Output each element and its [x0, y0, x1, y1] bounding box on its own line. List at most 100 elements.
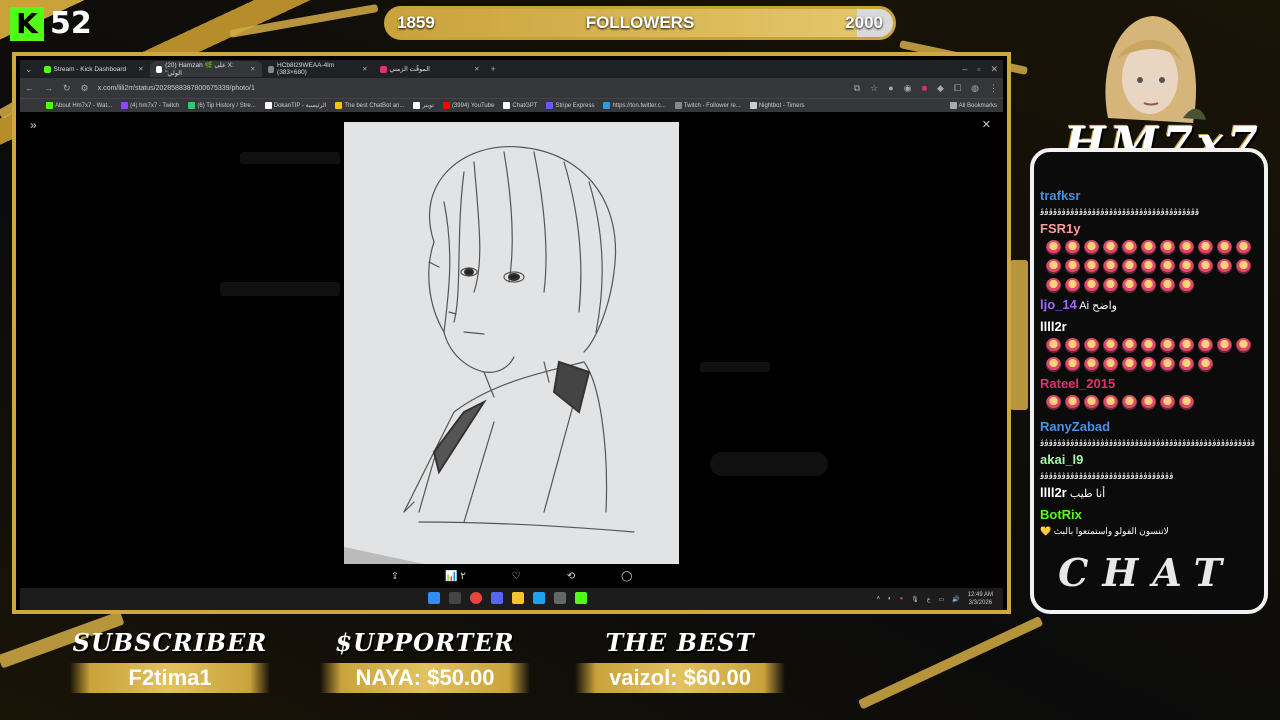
views-button[interactable]: 📊 ٢ [445, 571, 466, 582]
bookmark-item[interactable]: https://ton.twitter.c... [603, 102, 666, 109]
crying-emote-icon [1046, 357, 1061, 372]
bookmark-label: (4) hm7x7 - Twitch [130, 102, 180, 109]
chat-message: ljo_14 Ai واضح [1040, 295, 1262, 316]
bookmark-label: Stripe Express [555, 102, 595, 109]
best-donor-banner: THE BEST vaizol: $60.00 [575, 628, 785, 693]
crying-emote-icon [1141, 259, 1156, 274]
extension-icon[interactable]: ● [888, 83, 893, 93]
followers-current: 1859 [397, 13, 435, 32]
bookmark-item[interactable]: The best ChatBot an... [335, 102, 404, 109]
share-icon[interactable]: ⇪ [391, 571, 399, 582]
windows-start-icon[interactable] [428, 592, 440, 604]
volume-icon[interactable]: 🔊 [952, 596, 959, 603]
maximize-icon[interactable]: ▫ [977, 64, 980, 74]
tab-search-icon[interactable]: ⌄ [25, 64, 33, 75]
chat-username[interactable]: RanyZabad [1040, 419, 1110, 434]
sketch-photo [344, 122, 679, 564]
crying-emote-icon [1084, 278, 1099, 293]
tray-app-icon[interactable]: ◐ [888, 596, 892, 602]
tray-chevron-icon[interactable]: ˄ [877, 596, 881, 602]
close-tab-icon[interactable]: ✕ [138, 65, 143, 73]
bookmark-item[interactable]: (4) hm7x7 - Twitch [121, 102, 179, 109]
chat-emotes [1046, 338, 1262, 372]
all-bookmarks[interactable]: All Bookmarks [949, 102, 997, 109]
close-tab-icon[interactable]: ✕ [474, 65, 479, 73]
tab-image[interactable]: HCb8l29WEAA-4lm (383×680) ✕ [262, 61, 374, 77]
dimmed-background-content [710, 452, 828, 476]
subscriber-name: F2tima1 [70, 663, 270, 693]
crying-emote-icon [1065, 278, 1080, 293]
chrome-icon[interactable] [470, 592, 482, 604]
tray-app-icon[interactable]: ● [900, 596, 904, 602]
search-icon[interactable] [449, 592, 461, 604]
kick-app-icon[interactable] [575, 592, 587, 604]
crying-emote-icon [1236, 240, 1251, 255]
system-clock[interactable]: 12:49 AM 3/3/2026 [968, 591, 993, 607]
chat-title: CHAT [1058, 550, 1236, 595]
photo-viewer: » ✕ ⇪ 📊 ٢ ♡ ⟲ ◯ [20, 112, 1003, 588]
obs-icon[interactable] [554, 592, 566, 604]
extension-icon[interactable]: ◆ [937, 83, 944, 94]
bookmark-item[interactable]: DokanTIP - الرئيسية [264, 102, 326, 109]
bookmark-item[interactable]: (3994) YouTube [442, 102, 494, 109]
crying-emote-icon [1084, 338, 1099, 353]
bookmark-item[interactable]: تويتر [413, 102, 434, 109]
best-donor-title: THE BEST [605, 628, 755, 657]
dimmed-background-content [240, 152, 340, 164]
tab-timer[interactable]: الموقّت الزمني ✕ [374, 61, 486, 77]
chat-username[interactable]: Rateel_2015 [1040, 376, 1115, 391]
profile-avatar-icon[interactable]: ◍ [971, 83, 979, 94]
close-tab-icon[interactable]: ✕ [250, 65, 255, 73]
chat-username[interactable]: FSR1y [1040, 221, 1080, 236]
discord-icon[interactable] [491, 592, 503, 604]
bookmark-star-icon[interactable]: ☆ [870, 83, 878, 94]
reload-icon[interactable]: ↻ [63, 83, 71, 94]
language-indicator[interactable]: ع [927, 596, 931, 603]
clock-date: 3/3/2026 [968, 600, 992, 606]
chat-username[interactable]: llll2r [1040, 319, 1067, 334]
repost-icon[interactable]: ⟲ [567, 571, 575, 582]
back-icon[interactable]: ← [25, 83, 34, 93]
extensions-puzzle-icon[interactable]: ⧠ [954, 83, 961, 94]
crying-emote-icon [1179, 395, 1194, 410]
tab-x-post[interactable]: (20) Hamzah 🌿 على X: "الولي ✕ [149, 61, 262, 77]
bookmark-item[interactable]: Twitch - Follower re... [674, 102, 741, 109]
minimize-icon[interactable]: – [962, 64, 967, 74]
network-icon[interactable]: ▭ [938, 596, 944, 603]
bookmark-item[interactable]: (6) Tip History / Stre... [188, 102, 256, 109]
bookmark-item[interactable]: Nightbot - Timers [749, 102, 805, 109]
app-icon[interactable] [533, 592, 545, 604]
reply-icon[interactable]: ◯ [621, 571, 632, 582]
site-info-icon[interactable]: ⚙ [81, 83, 89, 94]
forward-icon[interactable]: → [44, 83, 53, 93]
chat-username[interactable]: BotRix [1040, 507, 1082, 522]
install-app-icon[interactable]: ⧉ [854, 83, 860, 94]
chat-username[interactable]: ljo_14 [1040, 297, 1077, 312]
bookmark-item[interactable]: ChatGPT [503, 102, 537, 109]
new-tab-icon[interactable]: + [491, 64, 496, 74]
extension-icon[interactable]: ◉ [904, 83, 912, 94]
chat-message: llll2r أنا طيب [1040, 483, 1262, 504]
expand-sidebar-icon[interactable]: » [30, 118, 37, 132]
chat-message-text: ﭬﭬﭬﭬﭬﭬﭬﭬﭬﭬﭬﭬﭬﭬﭬﭬﭬﭬﭬﭬﭬﭬﭬﭬﭬﭬﭬﭬﭬﭬﭬﭬﭬﭬﭬﭬﭬ [1040, 207, 1200, 217]
close-window-icon[interactable]: ✕ [990, 64, 998, 75]
bookmark-label: تويتر [422, 103, 434, 109]
chat-username[interactable]: trafksr [1040, 188, 1080, 203]
bookmark-item[interactable]: About Hm7x7 - Wat... [46, 102, 112, 109]
bookmark-item[interactable]: Stripe Express [546, 102, 594, 109]
close-tab-icon[interactable]: ✕ [362, 65, 367, 73]
tab-kick-dashboard[interactable]: Stream - Kick Dashboard ✕ [38, 61, 150, 77]
file-explorer-icon[interactable] [512, 592, 524, 604]
microphone-icon[interactable]: 🎙 [911, 596, 919, 603]
crying-emote-icon [1141, 240, 1156, 255]
system-tray: ˄ ◐ ● 🎙 ع ▭ 🔊 12:49 AM 3/3/2026 [877, 591, 994, 607]
streamer-avatar-illustration [1105, 16, 1206, 123]
chat-username[interactable]: akai_l9 [1040, 452, 1083, 467]
like-icon[interactable]: ♡ [512, 571, 521, 582]
close-viewer-icon[interactable]: ✕ [982, 118, 991, 131]
chat-username[interactable]: llll2r [1040, 485, 1067, 500]
url-input[interactable]: x.com/lili2rr/status/2028588387800675339… [98, 85, 255, 92]
windows-taskbar: ˄ ◐ ● 🎙 ع ▭ 🔊 12:49 AM 3/3/2026 [20, 588, 1003, 610]
extension-icon[interactable]: ■ [922, 83, 927, 93]
menu-icon[interactable]: ⋮ [989, 83, 998, 94]
